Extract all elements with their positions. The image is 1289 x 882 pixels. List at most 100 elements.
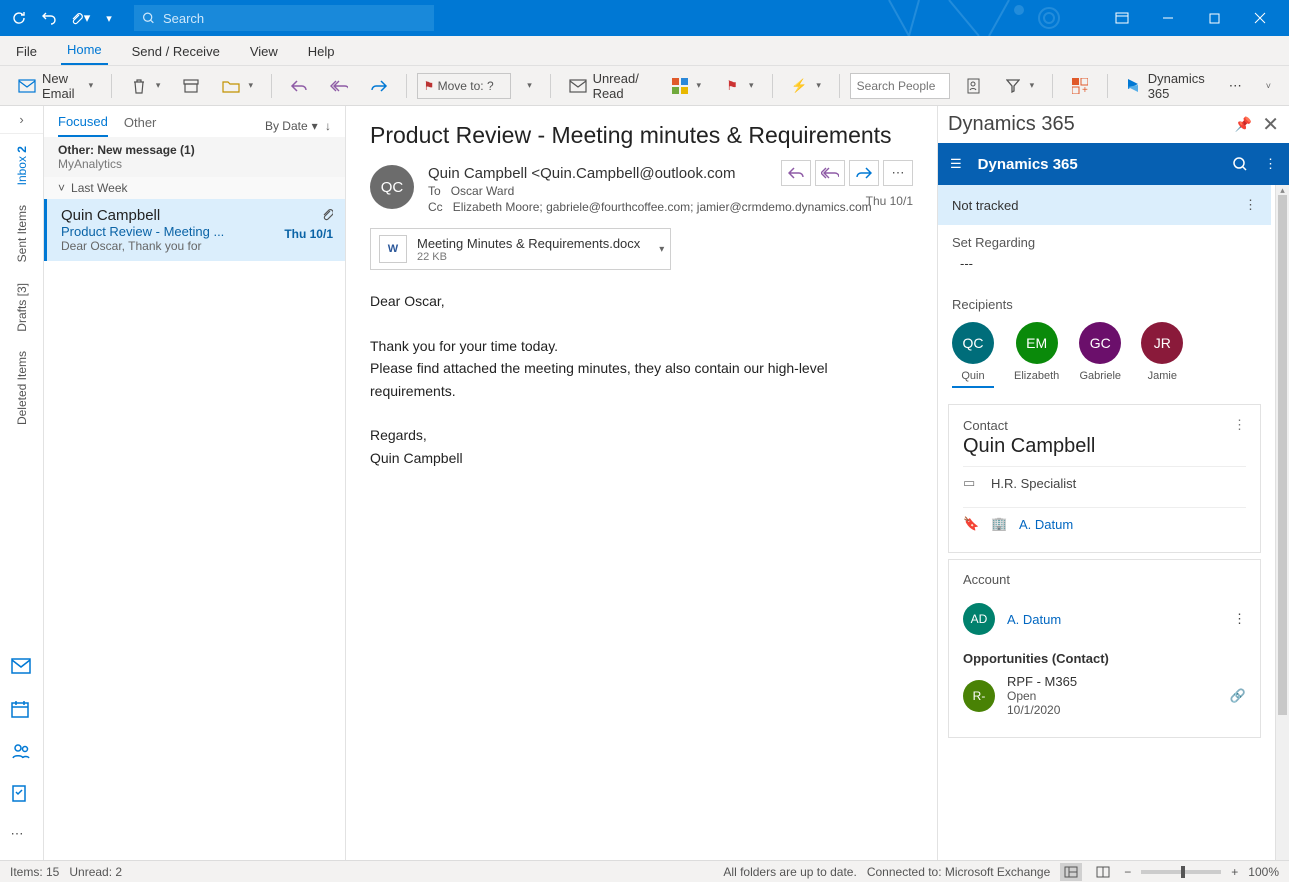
view-reading-icon[interactable] <box>1092 863 1114 881</box>
nav-tasks-icon[interactable] <box>11 784 33 806</box>
minimize-icon[interactable] <box>1145 0 1191 36</box>
forward-button[interactable] <box>362 71 396 101</box>
status-unread: Unread: 2 <box>69 865 122 879</box>
other-inbox-banner[interactable]: Other: New message (1) MyAnalytics <box>44 137 345 177</box>
contact-card: Contact⋮ Quin Campbell ▭H.R. Specialist … <box>948 404 1261 553</box>
expand-rail-icon[interactable]: › <box>0 106 43 134</box>
zoom-level: 100% <box>1248 865 1279 879</box>
recipient-avatar: JR <box>1141 322 1183 364</box>
tab-send-receive[interactable]: Send / Receive <box>126 38 226 65</box>
maximize-icon[interactable] <box>1191 0 1237 36</box>
chevron-down-icon[interactable]: ▾ <box>659 244 664 255</box>
recipient-avatar: EM <box>1016 322 1058 364</box>
filter-button[interactable]: ▾ <box>996 71 1043 101</box>
reply-all-icon[interactable] <box>815 160 845 186</box>
tab-home[interactable]: Home <box>61 36 108 65</box>
tab-focused[interactable]: Focused <box>58 114 108 137</box>
categorize-button[interactable]: ▾ <box>663 71 710 101</box>
ribbon-display-icon[interactable] <box>1099 0 1145 36</box>
dynamics-icon <box>1126 77 1142 95</box>
forward-icon[interactable] <box>849 160 879 186</box>
dynamics-365-button[interactable]: Dynamics 365 <box>1118 71 1215 101</box>
nav-calendar-icon[interactable] <box>11 700 33 722</box>
attachment-size: 22 KB <box>417 251 640 263</box>
attachment-card[interactable]: W Meeting Minutes & Requirements.docx 22… <box>370 228 671 270</box>
tab-file[interactable]: File <box>10 38 43 65</box>
nav-mail-icon[interactable] <box>11 658 33 680</box>
unread-read-button[interactable]: Unread/ Read <box>561 71 657 101</box>
reply-icon[interactable] <box>781 160 811 186</box>
follow-up-button[interactable]: ⚑▾ <box>715 71 762 101</box>
sort-dropdown[interactable]: By Date ▾ ↓ <box>265 119 331 133</box>
ribbon-overflow-icon[interactable]: ⋯ <box>1221 71 1250 101</box>
word-doc-icon: W <box>379 235 407 263</box>
folder-drafts[interactable]: Drafts [3] <box>15 275 29 340</box>
recipient-quin[interactable]: QCQuin <box>952 322 994 388</box>
search-people-input[interactable] <box>850 73 950 99</box>
move-to-dropdown[interactable]: ▾ <box>517 71 540 101</box>
to-recipients: Oscar Ward <box>451 184 515 198</box>
reply-all-icon <box>330 77 348 95</box>
forward-icon <box>370 77 388 95</box>
tab-view[interactable]: View <box>244 38 284 65</box>
recipient-gabriele[interactable]: GCGabriele <box>1079 322 1121 388</box>
nav-more-icon[interactable]: ⋯ <box>11 826 33 848</box>
nav-people-icon[interactable] <box>11 742 33 764</box>
contact-name[interactable]: Quin Campbell <box>963 435 1246 458</box>
account-link[interactable]: A. Datum <box>1007 612 1061 627</box>
hamburger-icon[interactable]: ☰ <box>950 156 962 172</box>
folder-deleted[interactable]: Deleted Items <box>15 343 29 433</box>
date-group-header[interactable]: ˅Last Week <box>44 177 345 199</box>
view-normal-icon[interactable] <box>1060 863 1082 881</box>
opportunity-item[interactable]: R- RPF - M365 Open 10/1/2020 🔗 <box>963 666 1246 725</box>
zoom-slider[interactable] <box>1141 870 1221 874</box>
address-book-button[interactable] <box>956 71 990 101</box>
tab-help[interactable]: Help <box>302 38 341 65</box>
close-icon[interactable] <box>1237 0 1283 36</box>
tracking-status-row[interactable]: Not tracked ⋮ <box>938 185 1271 225</box>
attachment-name: Meeting Minutes & Requirements.docx <box>417 236 640 251</box>
reply-all-button[interactable] <box>322 71 356 101</box>
tab-other[interactable]: Other <box>124 115 157 136</box>
ribbon-collapse-icon[interactable]: ˅ <box>1256 71 1279 101</box>
close-pane-icon[interactable]: ✕ <box>1262 112 1279 137</box>
lightning-icon: ⚡ <box>790 77 808 95</box>
delete-button[interactable]: ▾ <box>122 71 169 101</box>
d365-scrollbar[interactable]: ▴ <box>1275 185 1289 860</box>
track-more-icon[interactable]: ⋮ <box>1244 197 1257 213</box>
qat-customize-icon[interactable]: ▾ <box>96 5 122 31</box>
move-button[interactable]: ▾ <box>214 71 261 101</box>
account-more-icon[interactable]: ⋮ <box>1233 611 1246 627</box>
contact-job-title: H.R. Specialist <box>991 476 1076 491</box>
more-actions-icon[interactable]: ⋯ <box>883 160 913 186</box>
zoom-out-icon[interactable]: − <box>1124 865 1131 879</box>
folder-sent[interactable]: Sent Items <box>15 197 29 270</box>
set-regarding-value[interactable]: --- <box>952 250 1257 277</box>
global-search-input[interactable] <box>163 11 426 26</box>
move-to-combo[interactable]: ⚑ Move to: ? <box>417 73 512 99</box>
get-addins-button[interactable]: + <box>1063 71 1097 101</box>
app-more-icon[interactable]: ⋮ <box>1264 156 1277 172</box>
new-email-button[interactable]: New Email ▾ <box>10 71 101 101</box>
archive-button[interactable] <box>174 71 208 101</box>
global-search[interactable] <box>134 5 434 31</box>
message-item[interactable]: Quin Campbell Product Review - Meeting .… <box>44 199 345 261</box>
pin-icon[interactable]: 📌 <box>1235 116 1252 133</box>
zoom-in-icon[interactable]: + <box>1231 865 1238 879</box>
d365-app-title: Dynamics 365 <box>978 156 1078 173</box>
attach-dropdown-icon[interactable]: ▾ <box>66 5 92 31</box>
search-icon[interactable] <box>1232 156 1248 172</box>
recipient-name: Gabriele <box>1079 370 1121 382</box>
undo-icon[interactable] <box>36 5 62 31</box>
reply-button[interactable] <box>282 71 316 101</box>
contact-more-icon[interactable]: ⋮ <box>1233 417 1246 433</box>
link-icon[interactable]: 🔗 <box>1230 688 1246 704</box>
recipient-jamie[interactable]: JRJamie <box>1141 322 1183 388</box>
opp-date: 10/1/2020 <box>1007 703 1077 717</box>
quick-steps-button[interactable]: ⚡▾ <box>782 71 829 101</box>
recipient-elizabeth[interactable]: EM Elizabeth <box>1014 322 1059 388</box>
folder-inbox[interactable]: Inbox 2 <box>15 138 29 193</box>
recipient-name: Elizabeth <box>1014 370 1059 382</box>
contact-company-link[interactable]: A. Datum <box>1019 517 1073 532</box>
sync-icon[interactable] <box>6 5 32 31</box>
